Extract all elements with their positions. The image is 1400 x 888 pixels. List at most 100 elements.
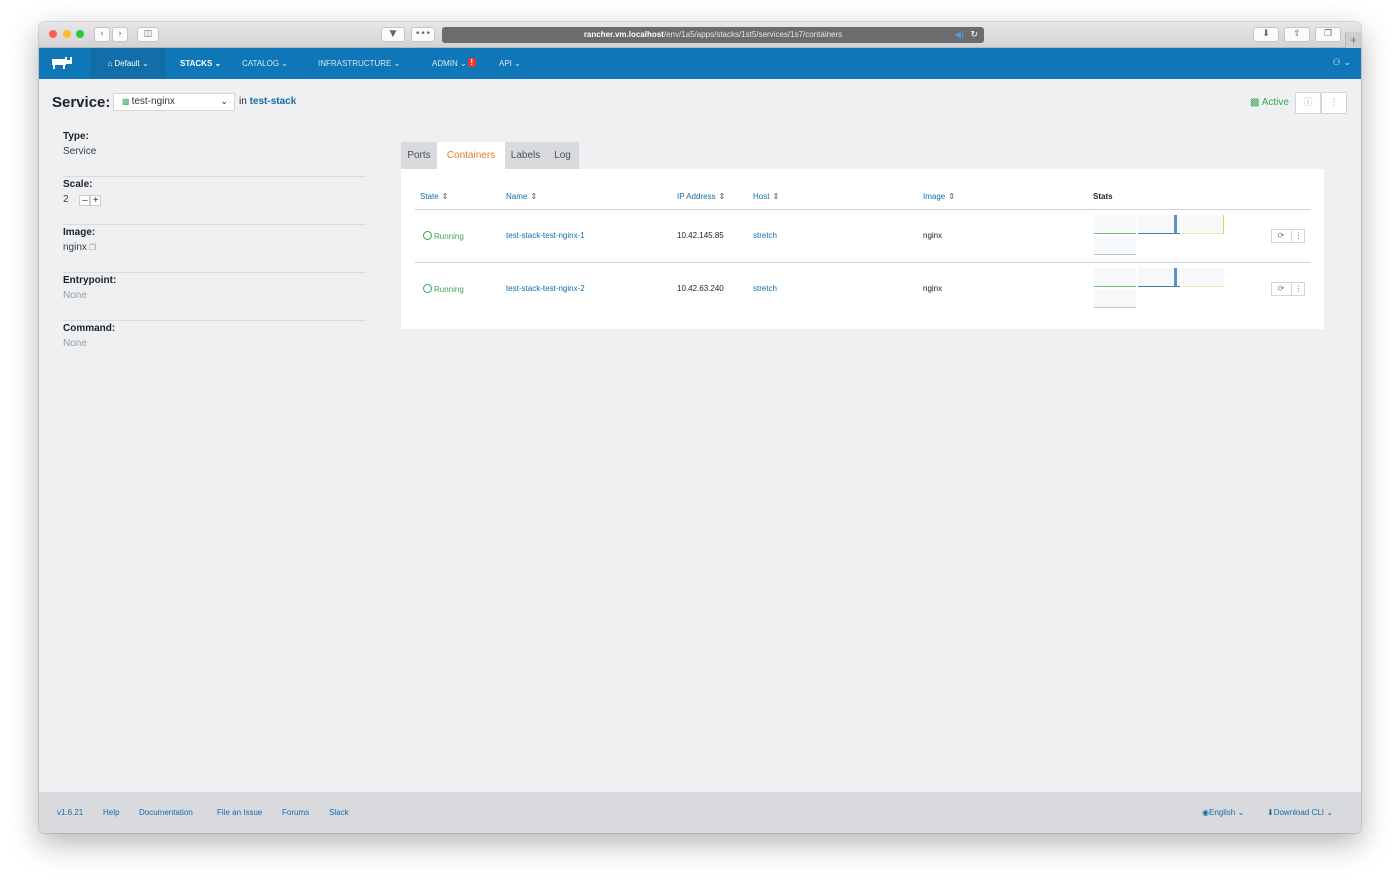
user-menu[interactable]: ⚇ ⌄ <box>1333 48 1352 79</box>
address-bar[interactable]: rancher.vm.localhost/env/1a5/apps/stacks… <box>442 27 984 43</box>
service-icon: ▩ <box>122 97 130 106</box>
storage-sparkline <box>1094 289 1136 308</box>
header-name[interactable]: Name ⇕ <box>506 192 537 201</box>
top-nav: ⌂ Default ⌄ STACKS ⌄ CATALOG ⌄ INFRASTRU… <box>39 48 1361 79</box>
memory-sparkline <box>1138 215 1180 234</box>
tab-ports[interactable]: Ports <box>401 142 437 169</box>
image-cell: nginx <box>923 231 943 240</box>
host-link[interactable]: stretch <box>753 284 777 293</box>
help-button[interactable]: ⓘ <box>1295 92 1321 114</box>
tab-containers[interactable]: Containers <box>437 142 505 170</box>
kebab-icon: ⋮ <box>1329 98 1339 108</box>
nav-infrastructure[interactable]: INFRASTRUCTURE ⌄ <box>318 48 400 79</box>
stack-breadcrumb: in test-stack <box>239 96 297 107</box>
ip-cell: 10.42.145.85 <box>677 231 724 240</box>
zoom-window-button[interactable] <box>76 30 84 38</box>
audio-icon[interactable]: ◀) <box>955 27 964 43</box>
status-badge: ▩ Active <box>1250 97 1289 108</box>
memory-sparkline <box>1138 268 1180 287</box>
browser-toolbar: ‹ › ◫ ▼ ••• rancher.vm.localhost/env/1a5… <box>39 22 1361 48</box>
chevron-down-icon: ⌄ <box>1237 808 1245 817</box>
extensions-icon[interactable]: ••• <box>411 27 435 42</box>
storage-sparkline <box>1094 236 1136 255</box>
nav-stacks[interactable]: STACKS ⌄ <box>180 48 221 79</box>
footer-slack-link[interactable]: Slack <box>329 808 349 817</box>
share-icon[interactable]: ⇧ <box>1284 27 1310 42</box>
downloads-icon[interactable]: ⬇ <box>1253 27 1279 42</box>
header-state[interactable]: State ⇕ <box>420 192 448 201</box>
browser-window: ‹ › ◫ ▼ ••• rancher.vm.localhost/env/1a5… <box>39 22 1361 833</box>
nav-admin[interactable]: ADMIN ⌄! <box>432 48 476 79</box>
container-name-link[interactable]: test-stack-test-nginx-1 <box>506 231 585 240</box>
containers-panel: State ⇕ Name ⇕ IP Address ⇕ Host ⇕ Image ⇕ St… <box>401 169 1324 329</box>
environment-switcher[interactable]: ⌂ Default ⌄ <box>91 48 165 79</box>
service-label: Service: <box>52 94 111 111</box>
state-cell: Running <box>423 231 464 241</box>
nav-catalog[interactable]: CATALOG ⌄ <box>242 48 288 79</box>
detail-command: Command: None <box>63 323 116 349</box>
environment-name: Default <box>114 59 140 68</box>
shield-icon[interactable]: ▼ <box>381 27 405 42</box>
image-cell: nginx <box>923 284 943 293</box>
restart-icon[interactable]: ⟳ <box>1272 230 1290 242</box>
sidebar-icon[interactable]: ◫ <box>137 27 159 42</box>
header-image[interactable]: Image ⇕ <box>923 192 955 201</box>
sort-icon: ⇕ <box>530 192 538 201</box>
tab-log[interactable]: Log <box>546 142 579 169</box>
network-sparkline <box>1182 215 1224 234</box>
footer-help-link[interactable]: Help <box>103 808 119 817</box>
footer-documentation-link[interactable]: Documentation <box>139 808 193 817</box>
detail-entrypoint: Entrypoint: None <box>63 273 366 321</box>
footer-forums-link[interactable]: Forums <box>282 808 309 817</box>
copy-icon[interactable]: ❐ <box>89 243 96 252</box>
scale-increment-button[interactable]: + <box>90 195 102 206</box>
back-icon[interactable]: ‹ <box>94 27 110 42</box>
chevron-down-icon: ⌄ <box>393 59 401 68</box>
row-actions: ⟳ ⋮ <box>1271 282 1305 296</box>
close-window-button[interactable] <box>49 30 57 38</box>
chevron-down-icon: ⌄ <box>281 59 288 68</box>
table-row: Running test-stack-test-nginx-2 10.42.63… <box>401 263 1324 316</box>
more-actions-button[interactable]: ⋮ <box>1321 92 1347 114</box>
container-name-link[interactable]: test-stack-test-nginx-2 <box>506 284 585 293</box>
alert-icon: ! <box>467 58 476 67</box>
reload-icon[interactable]: ↻ <box>970 27 978 43</box>
chevron-down-icon: ⌄ <box>214 59 222 68</box>
host-link[interactable]: stretch <box>753 231 777 240</box>
kebab-icon[interactable]: ⋮ <box>1291 230 1305 242</box>
row-actions: ⟳ ⋮ <box>1271 229 1305 243</box>
chevron-down-icon: ⌄ <box>1343 58 1351 68</box>
running-icon <box>423 231 432 240</box>
download-icon: ⬇ <box>1267 808 1274 817</box>
sort-icon: ⇕ <box>948 192 955 201</box>
detail-scale: Scale: 2 – + <box>63 177 366 225</box>
cpu-sparkline <box>1094 268 1136 287</box>
version-link[interactable]: v1.6.21 <box>57 808 83 817</box>
new-tab-button[interactable]: + <box>1345 32 1361 48</box>
download-cli-button[interactable]: ⬇Download CLI ⌄ <box>1267 808 1333 817</box>
service-select[interactable]: ▩ test-nginx ⌄ <box>113 93 235 111</box>
home-icon: ⌂ <box>107 59 113 68</box>
header-host[interactable]: Host ⇕ <box>753 192 779 201</box>
forward-icon[interactable]: › <box>112 27 128 42</box>
minimize-window-button[interactable] <box>63 30 71 38</box>
footer-file-issue-link[interactable]: File an Issue <box>217 808 262 817</box>
sort-icon: ⇕ <box>441 192 449 201</box>
restart-icon[interactable]: ⟳ <box>1272 283 1290 295</box>
nav-api[interactable]: API ⌄ <box>499 48 521 79</box>
network-sparkline <box>1182 268 1224 287</box>
header-ip[interactable]: IP Address ⇕ <box>677 192 725 201</box>
cpu-sparkline <box>1094 215 1136 234</box>
kebab-icon[interactable]: ⋮ <box>1291 283 1305 295</box>
tab-labels[interactable]: Labels <box>505 142 546 169</box>
url-host: rancher.vm.localhost <box>583 30 664 39</box>
stack-link[interactable]: test-stack <box>250 96 297 107</box>
sort-icon: ⇕ <box>718 192 726 201</box>
tabs-overview-icon[interactable]: ❐ <box>1315 27 1341 42</box>
language-select[interactable]: ◉English ⌄ <box>1202 808 1244 817</box>
url-path: /env/1a5/apps/stacks/1st5/services/1s7/c… <box>663 30 843 39</box>
table-row: Running test-stack-test-nginx-1 10.42.14… <box>401 210 1324 263</box>
scale-decrement-button[interactable]: – <box>79 195 91 206</box>
chevron-down-icon: ⌄ <box>514 59 521 68</box>
rancher-logo-icon[interactable] <box>51 57 73 69</box>
